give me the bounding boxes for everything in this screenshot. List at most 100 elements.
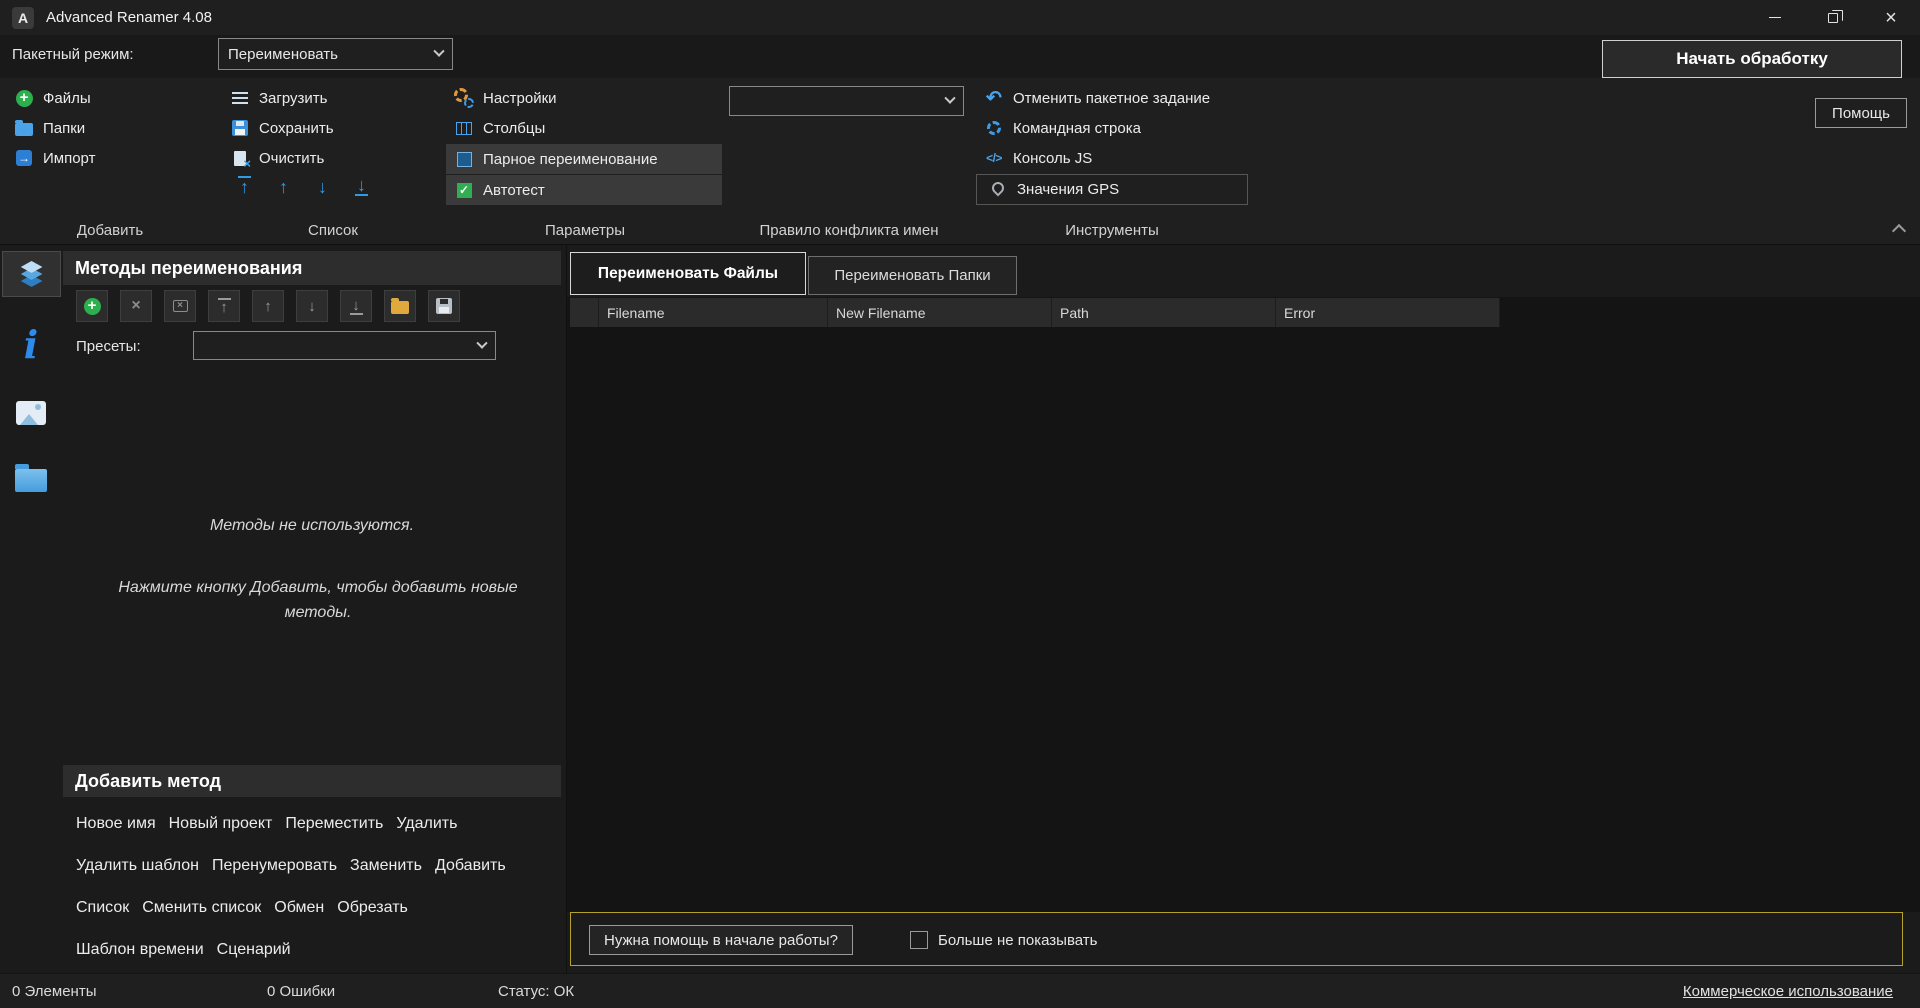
method-link-new-case[interactable]: Новый проект bbox=[169, 815, 273, 833]
minimize-button[interactable] bbox=[1746, 0, 1804, 35]
maximize-button[interactable] bbox=[1804, 0, 1862, 35]
method-link-remove-pattern[interactable]: Удалить шаблон bbox=[76, 857, 199, 875]
method-move-top-button[interactable]: ↑ bbox=[208, 290, 240, 322]
add-folders-button[interactable]: Папки bbox=[6, 114, 93, 142]
command-line-button[interactable]: Командная строка bbox=[976, 114, 1149, 142]
columns-icon bbox=[456, 122, 472, 135]
autotest-toggle[interactable]: ✓ Автотест bbox=[446, 175, 722, 205]
restore-icon bbox=[1828, 13, 1838, 23]
file-list-header: Filename New Filename Path Error bbox=[570, 298, 1500, 327]
tab-rename-files[interactable]: Переименовать Файлы bbox=[570, 252, 806, 295]
status-errors-count: 0 Ошибки bbox=[267, 983, 335, 1000]
autotest-check-icon: ✓ bbox=[457, 183, 472, 198]
remove-method-button[interactable]: × bbox=[120, 290, 152, 322]
status-items-count: 0 Элементы bbox=[12, 983, 96, 1000]
gps-values-button[interactable]: Значения GPS bbox=[980, 175, 1127, 203]
method-link-renumber[interactable]: Перенумеровать bbox=[212, 857, 337, 875]
add-method-button[interactable]: + bbox=[76, 290, 108, 322]
method-move-down-button[interactable]: ↓ bbox=[296, 290, 328, 322]
ribbon-group-label-add: Добавить bbox=[77, 222, 143, 239]
statusbar: 0 Элементы 0 Ошибки Статус: ОК Коммерчес… bbox=[0, 973, 1920, 1008]
column-filename[interactable]: Filename bbox=[599, 298, 828, 327]
method-link-replace[interactable]: Заменить bbox=[350, 857, 422, 875]
method-links-row: Список Сменить список Обмен Обрезать bbox=[76, 899, 408, 917]
method-link-remove[interactable]: Удалить bbox=[396, 815, 457, 833]
method-link-script[interactable]: Сценарий bbox=[217, 941, 291, 959]
empty-methods-text: Методы не используются. bbox=[63, 517, 561, 535]
method-link-move[interactable]: Переместить bbox=[285, 815, 383, 833]
file-list[interactable]: Filename New Filename Path Error bbox=[567, 297, 1920, 912]
batch-mode-select[interactable]: Переименовать bbox=[218, 38, 453, 70]
sidebar-tab-image[interactable] bbox=[0, 390, 62, 436]
save-preset-button[interactable] bbox=[428, 290, 460, 322]
move-down-button[interactable]: ↓ bbox=[316, 178, 329, 196]
empty-methods-hint: Нажмите кнопку Добавить, чтобы добавить … bbox=[103, 575, 533, 625]
titlebar: A Advanced Renamer 4.08 × bbox=[0, 0, 1920, 35]
minimize-icon bbox=[1769, 17, 1781, 18]
add-files-button[interactable]: + Файлы bbox=[6, 84, 99, 112]
column-path[interactable]: Path bbox=[1052, 298, 1276, 327]
column-gutter bbox=[570, 298, 599, 327]
dont-show-again-checkbox[interactable] bbox=[910, 931, 928, 949]
remove-all-icon: × bbox=[173, 300, 188, 312]
name-conflict-select[interactable] bbox=[729, 86, 964, 116]
move-top-button[interactable]: ↑ bbox=[238, 176, 251, 196]
sidebar-tab-methods[interactable]: ◆ ◆ ◆ bbox=[2, 251, 61, 297]
ribbon-group-label-conflict: Правило конфликта имен bbox=[759, 222, 938, 239]
commercial-use-link[interactable]: Коммерческое использование bbox=[1683, 983, 1893, 1000]
load-list-button[interactable]: Загрузить bbox=[222, 84, 336, 112]
column-new-filename[interactable]: New Filename bbox=[828, 298, 1052, 327]
methods-panel-header: Методы переименования bbox=[63, 251, 561, 285]
method-links-row: Новое имя Новый проект Переместить Удали… bbox=[76, 815, 457, 833]
gear-icon bbox=[987, 121, 1001, 135]
getting-started-help-button[interactable]: Нужна помощь в начале работы? bbox=[589, 925, 853, 955]
import-button[interactable]: → Импорт bbox=[6, 144, 103, 172]
pair-renaming-toggle[interactable]: Парное переименование bbox=[446, 144, 722, 174]
help-prompt-bar: Нужна помощь в начале работы? Больше не … bbox=[570, 912, 1903, 966]
remove-all-methods-button[interactable]: × bbox=[164, 290, 196, 322]
add-method-title: Добавить метод bbox=[75, 771, 221, 792]
method-link-timestamp[interactable]: Шаблон времени bbox=[76, 941, 204, 959]
tab-rename-folders-label: Переименовать Папки bbox=[834, 267, 990, 284]
arrow-top-icon: ↑ bbox=[218, 298, 231, 315]
method-link-new-name[interactable]: Новое имя bbox=[76, 815, 156, 833]
start-batch-button[interactable]: Начать обработку bbox=[1602, 40, 1902, 78]
folder-plus-icon bbox=[15, 123, 33, 136]
close-button[interactable]: × bbox=[1862, 0, 1920, 35]
help-button[interactable]: Помощь bbox=[1815, 98, 1907, 128]
clear-icon bbox=[234, 151, 246, 166]
method-link-list-replace[interactable]: Сменить список bbox=[142, 899, 261, 917]
save-list-button[interactable]: Сохранить bbox=[222, 114, 342, 142]
method-link-swap[interactable]: Обмен bbox=[274, 899, 324, 917]
method-move-up-button[interactable]: ↑ bbox=[252, 290, 284, 322]
undo-batch-button[interactable]: ↶ Отменить пакетное задание bbox=[976, 84, 1218, 112]
js-console-button[interactable]: </> Консоль JS bbox=[976, 144, 1100, 172]
ribbon-toolbar: + Файлы Папки → Импорт Загрузить Сохрани… bbox=[0, 78, 1920, 245]
method-link-list[interactable]: Список bbox=[76, 899, 129, 917]
collapse-ribbon-chevron-icon[interactable] bbox=[1892, 224, 1906, 238]
method-link-add[interactable]: Добавить bbox=[435, 857, 506, 875]
columns-button[interactable]: Столбцы bbox=[446, 114, 553, 142]
sidebar-tab-info[interactable]: i bbox=[0, 322, 62, 368]
presets-label: Пресеты: bbox=[76, 338, 141, 355]
tab-rename-folders[interactable]: Переименовать Папки bbox=[808, 256, 1017, 295]
method-link-trim[interactable]: Обрезать bbox=[337, 899, 408, 917]
move-up-button[interactable]: ↑ bbox=[277, 178, 290, 196]
method-links-row: Удалить шаблон Перенумеровать Заменить Д… bbox=[76, 857, 506, 875]
ribbon-group-label-list: Список bbox=[308, 222, 358, 239]
remove-icon: × bbox=[131, 298, 140, 314]
sidebar-tab-folders[interactable] bbox=[0, 455, 62, 501]
open-preset-button[interactable] bbox=[384, 290, 416, 322]
app-icon: A bbox=[12, 7, 34, 29]
move-bottom-button[interactable]: ↓ bbox=[355, 176, 368, 196]
reorder-buttons: ↑ ↑ ↓ ↓ bbox=[238, 176, 368, 196]
tab-rename-files-label: Переименовать Файлы bbox=[598, 265, 778, 283]
method-links-row: Шаблон времени Сценарий bbox=[76, 941, 291, 959]
settings-button[interactable]: Настройки bbox=[446, 84, 565, 112]
clear-list-button[interactable]: Очистить bbox=[222, 144, 332, 172]
column-error[interactable]: Error bbox=[1276, 298, 1500, 327]
presets-select[interactable] bbox=[193, 331, 496, 360]
list-icon bbox=[232, 92, 248, 104]
method-move-bottom-button[interactable]: ↓ bbox=[340, 290, 372, 322]
batch-mode-label: Пакетный режим: bbox=[12, 46, 134, 63]
